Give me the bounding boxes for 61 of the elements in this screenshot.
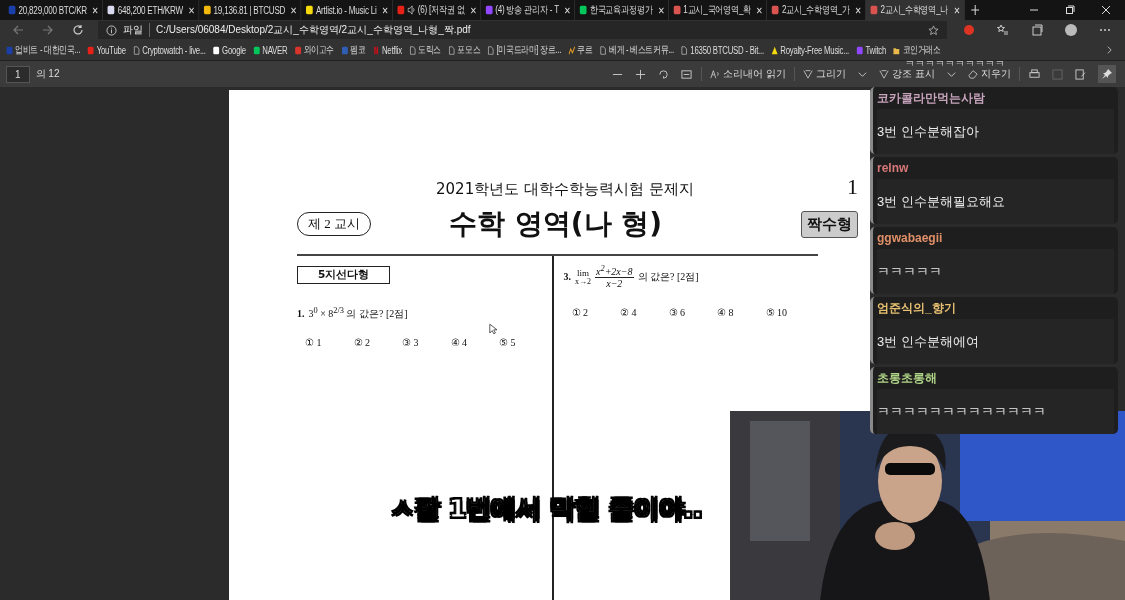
chat-username: 코카콜라만먹는사람 <box>877 90 986 107</box>
question-number: 3. <box>563 271 571 283</box>
bookmark[interactable]: Cryptowatch - live... <box>132 44 206 56</box>
chat-username: relnw <box>877 160 910 177</box>
page-number-field[interactable]: 1 <box>6 65 30 83</box>
answer-choice: ③ 3 <box>402 337 419 349</box>
bookmark[interactable]: 베게 - 베스트커뮤... <box>599 43 674 57</box>
read-aloud-button[interactable]: 소리내어 읽기 <box>708 67 789 81</box>
answer-choice: ⑤ 10 <box>765 307 787 319</box>
bookmark[interactable]: 와이고수 <box>294 43 334 57</box>
browser-tab[interactable]: 2교시_수학영역_나 <box>865 0 965 20</box>
answer-choice: ③ 6 <box>668 307 685 319</box>
section-label: 5지선다형 <box>297 266 391 284</box>
bookmark[interactable]: NAVER <box>252 44 288 56</box>
bookmark[interactable]: 도릭스 <box>408 43 442 57</box>
chat-message: 3번 인수분해잡아 <box>877 109 1114 154</box>
chat-message: ㅋㅋㅋㅋㅋ <box>877 249 1114 294</box>
chat-message: ㅋㅋㅋㅋㅋㅋㅋㅋㅋㅋㅋㅋㅋ <box>877 389 1114 434</box>
bookmark[interactable]: YouTube <box>87 44 126 56</box>
bookmark[interactable]: [미국드라마] 장르... <box>487 43 562 57</box>
draw-button[interactable]: 그리기 <box>801 67 849 81</box>
chat-message: 3번 인수분해에여 <box>877 319 1114 364</box>
bookmark[interactable]: 업비트 - 대한민국... <box>6 43 81 57</box>
bookmark[interactable]: 코인거래소 <box>893 43 941 57</box>
chat-username: ggwabaegii <box>877 230 944 247</box>
bookmark[interactable]: Netflix <box>372 44 402 56</box>
chat-username: 초롱초롱해 <box>877 370 938 387</box>
bookmark[interactable]: Royalty-Free Music... <box>770 44 850 56</box>
limit-subscript: x→2 <box>575 277 591 286</box>
answer-choice: ④ 8 <box>717 307 734 319</box>
variant-badge: 짝수형 <box>801 210 858 238</box>
address-bar[interactable]: 파일 C:/Users/06084/Desktop/2교시_수학영역/2교시_수학영역_나형_짝.pdf <box>98 21 947 39</box>
chat-message: 3번 인수분해필요해요 <box>877 179 1114 224</box>
highlight-button[interactable]: 강조 표시 <box>877 67 937 81</box>
question-text: 3$^{0}$ × 8$^{2/3}$ 의 값은? [2점] <box>308 306 408 322</box>
answer-choice: ① 1 <box>305 337 322 349</box>
bookmark[interactable]: Twitch <box>856 44 887 56</box>
question-number: 1. <box>297 308 305 320</box>
answer-choice: ④ 4 <box>450 337 467 349</box>
page-number: 1 <box>847 174 858 200</box>
bookmark[interactable]: Google <box>212 44 246 56</box>
chat-message: ㅋㅋㅋㅋㅋㅋㅋㅋㅋㅋ <box>905 57 1005 69</box>
bookmark[interactable]: 쿠르 <box>568 43 593 57</box>
question-text: 의 값은? [2점] <box>637 269 699 284</box>
erase-button[interactable]: 지우기 <box>966 67 1013 81</box>
answer-choice: ⑤ 5 <box>499 337 516 349</box>
bookmark[interactable]: 펨코 <box>341 43 366 57</box>
fraction-denominator: x−2 <box>606 278 623 290</box>
fraction-numerator: x$^{2}$+2x−8 <box>595 264 634 279</box>
bookmark[interactable]: 포모스 <box>448 43 481 57</box>
answer-choice: ② 2 <box>353 337 370 349</box>
scheme-label: 파일 <box>123 23 150 37</box>
chat-username: 엄준식의_향기 <box>877 300 957 317</box>
url-text: C:/Users/06084/Desktop/2교시_수학영역/2교시_수학영역_나형_짝.pdf <box>156 23 471 37</box>
bookmark[interactable]: 16350 BTCUSD - Bit... <box>681 44 764 56</box>
answer-choice: ① 2 <box>571 307 588 319</box>
limit-symbol: lim <box>577 267 589 278</box>
exam-title: 수학 영역(나 형) <box>449 206 663 242</box>
exam-header: 2021학년도 대학수학능력시험 문제지 <box>436 180 694 199</box>
page-count: 의 12 <box>35 67 60 81</box>
answer-choice: ② 4 <box>620 307 637 319</box>
